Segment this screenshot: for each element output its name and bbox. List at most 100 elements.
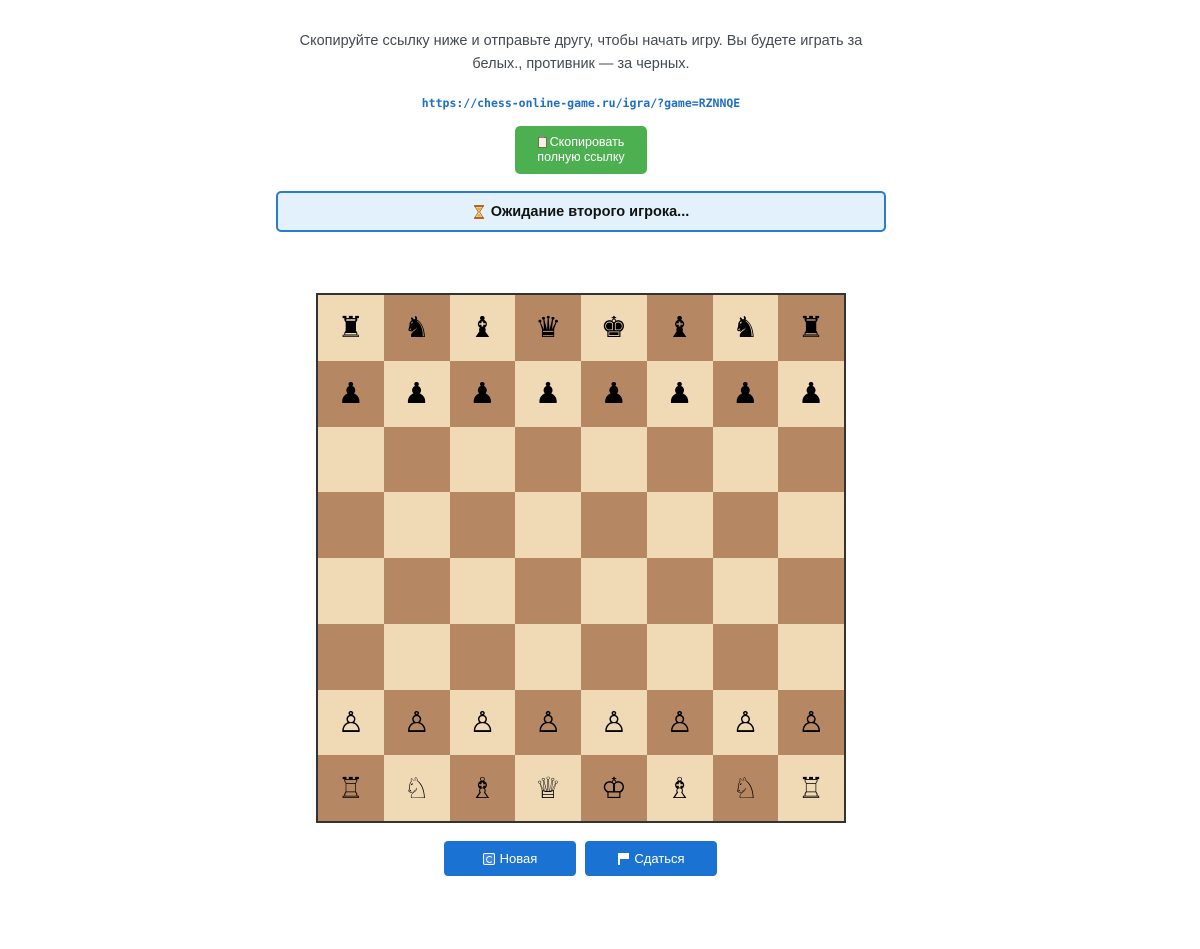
square-d7[interactable]: ♟ bbox=[515, 360, 581, 427]
square-a4[interactable] bbox=[318, 558, 384, 624]
square-g1[interactable]: ♘ bbox=[712, 755, 779, 821]
square-f7[interactable]: ♟ bbox=[646, 360, 713, 427]
white-bishop-icon[interactable]: ♗ bbox=[667, 773, 693, 803]
square-c5[interactable] bbox=[449, 492, 516, 558]
square-c4[interactable] bbox=[449, 558, 516, 624]
black-pawn-icon[interactable]: ♟ bbox=[732, 379, 758, 408]
square-f5[interactable] bbox=[646, 492, 713, 558]
square-g3[interactable] bbox=[712, 623, 779, 690]
white-pawn-icon[interactable]: ♙ bbox=[798, 707, 824, 737]
white-knight-icon[interactable]: ♘ bbox=[732, 773, 758, 803]
square-c8[interactable]: ♝ bbox=[449, 295, 516, 361]
square-c1[interactable]: ♗ bbox=[449, 755, 516, 821]
white-bishop-icon[interactable]: ♗ bbox=[469, 773, 495, 803]
copy-link-button[interactable]: Скопировать полную ссылку bbox=[515, 126, 647, 174]
square-c7[interactable]: ♟ bbox=[449, 360, 516, 427]
square-e3[interactable] bbox=[581, 623, 647, 690]
square-e2[interactable]: ♙ bbox=[581, 689, 647, 756]
square-d1[interactable]: ♕ bbox=[515, 755, 581, 821]
square-h5[interactable] bbox=[778, 492, 844, 558]
square-b2[interactable]: ♙ bbox=[383, 689, 450, 756]
square-a7[interactable]: ♟ bbox=[318, 360, 384, 427]
square-d4[interactable] bbox=[515, 558, 581, 624]
black-rook-icon[interactable]: ♜ bbox=[798, 313, 824, 342]
square-e6[interactable] bbox=[581, 426, 647, 493]
square-e4[interactable] bbox=[581, 558, 647, 624]
white-rook-icon[interactable]: ♖ bbox=[798, 773, 824, 803]
square-h1[interactable]: ♖ bbox=[778, 755, 844, 821]
black-knight-icon[interactable]: ♞ bbox=[732, 313, 758, 342]
square-c2[interactable]: ♙ bbox=[449, 689, 516, 756]
black-pawn-icon[interactable]: ♟ bbox=[798, 379, 824, 408]
square-d5[interactable] bbox=[515, 492, 581, 558]
square-b6[interactable] bbox=[383, 426, 450, 493]
square-f1[interactable]: ♗ bbox=[646, 755, 713, 821]
black-bishop-icon[interactable]: ♝ bbox=[469, 313, 495, 342]
square-g8[interactable]: ♞ bbox=[712, 295, 779, 361]
square-e5[interactable] bbox=[581, 492, 647, 558]
square-g4[interactable] bbox=[712, 558, 779, 624]
resign-button[interactable]: Сдаться bbox=[585, 841, 717, 876]
square-e1[interactable]: ♔ bbox=[581, 755, 647, 821]
square-a6[interactable] bbox=[318, 426, 384, 493]
square-b8[interactable]: ♞ bbox=[383, 295, 450, 361]
white-king-icon[interactable]: ♔ bbox=[601, 773, 627, 803]
white-pawn-icon[interactable]: ♙ bbox=[404, 707, 430, 737]
black-pawn-icon[interactable]: ♟ bbox=[601, 379, 627, 408]
square-g5[interactable] bbox=[712, 492, 779, 558]
square-b5[interactable] bbox=[383, 492, 450, 558]
square-d8[interactable]: ♛ bbox=[515, 295, 581, 361]
square-f8[interactable]: ♝ bbox=[646, 295, 713, 361]
square-g7[interactable]: ♟ bbox=[712, 360, 779, 427]
square-h3[interactable] bbox=[778, 623, 844, 690]
square-f2[interactable]: ♙ bbox=[646, 689, 713, 756]
square-a5[interactable] bbox=[318, 492, 384, 558]
square-d3[interactable] bbox=[515, 623, 581, 690]
square-h2[interactable]: ♙ bbox=[778, 689, 844, 756]
chess-board[interactable]: ♜ ♞ ♝ ♛ ♚ ♝ ♞ ♜ ♟ ♟ ♟ ♟ ♟ ♟ ♟ ♟ ♙ ♙ ♙ ♙ ♙ ♙ ♙ ♙ ♖ ♘ ♗ ♕ ♔ ♗ ♘ ♖ bbox=[316, 293, 846, 823]
square-h8[interactable]: ♜ bbox=[778, 295, 844, 361]
white-rook-icon[interactable]: ♖ bbox=[338, 773, 364, 803]
black-bishop-icon[interactable]: ♝ bbox=[667, 313, 693, 342]
white-pawn-icon[interactable]: ♙ bbox=[535, 707, 561, 737]
share-link[interactable]: https://chess-online-game.ru/igra/?game=… bbox=[276, 96, 886, 110]
square-g2[interactable]: ♙ bbox=[712, 689, 779, 756]
square-b4[interactable] bbox=[383, 558, 450, 624]
white-knight-icon[interactable]: ♘ bbox=[404, 773, 430, 803]
white-pawn-icon[interactable]: ♙ bbox=[667, 707, 693, 737]
square-c6[interactable] bbox=[449, 426, 516, 493]
black-rook-icon[interactable]: ♜ bbox=[338, 313, 364, 342]
black-pawn-icon[interactable]: ♟ bbox=[535, 379, 561, 408]
white-pawn-icon[interactable]: ♙ bbox=[338, 707, 364, 737]
square-e8[interactable]: ♚ bbox=[581, 295, 647, 361]
square-g6[interactable] bbox=[712, 426, 779, 493]
black-queen-icon[interactable]: ♛ bbox=[535, 313, 561, 342]
new-game-button[interactable]: Новая bbox=[444, 841, 576, 876]
square-a3[interactable] bbox=[318, 623, 384, 690]
black-pawn-icon[interactable]: ♟ bbox=[404, 379, 430, 408]
square-b1[interactable]: ♘ bbox=[383, 755, 450, 821]
square-d2[interactable]: ♙ bbox=[515, 689, 581, 756]
black-knight-icon[interactable]: ♞ bbox=[404, 313, 430, 342]
black-pawn-icon[interactable]: ♟ bbox=[667, 379, 693, 408]
square-f6[interactable] bbox=[646, 426, 713, 493]
square-a1[interactable]: ♖ bbox=[318, 755, 384, 821]
white-pawn-icon[interactable]: ♙ bbox=[732, 707, 758, 737]
black-pawn-icon[interactable]: ♟ bbox=[469, 379, 495, 408]
square-b7[interactable]: ♟ bbox=[383, 360, 450, 427]
black-pawn-icon[interactable]: ♟ bbox=[338, 379, 364, 408]
square-h4[interactable] bbox=[778, 558, 844, 624]
square-c3[interactable] bbox=[449, 623, 516, 690]
square-a2[interactable]: ♙ bbox=[318, 689, 384, 756]
white-pawn-icon[interactable]: ♙ bbox=[469, 707, 495, 737]
square-h7[interactable]: ♟ bbox=[778, 360, 844, 427]
square-h6[interactable] bbox=[778, 426, 844, 493]
square-f4[interactable] bbox=[646, 558, 713, 624]
square-d6[interactable] bbox=[515, 426, 581, 493]
square-b3[interactable] bbox=[383, 623, 450, 690]
square-e7[interactable]: ♟ bbox=[581, 360, 647, 427]
black-king-icon[interactable]: ♚ bbox=[601, 313, 627, 342]
white-pawn-icon[interactable]: ♙ bbox=[601, 707, 627, 737]
white-queen-icon[interactable]: ♕ bbox=[535, 773, 561, 803]
square-f3[interactable] bbox=[646, 623, 713, 690]
